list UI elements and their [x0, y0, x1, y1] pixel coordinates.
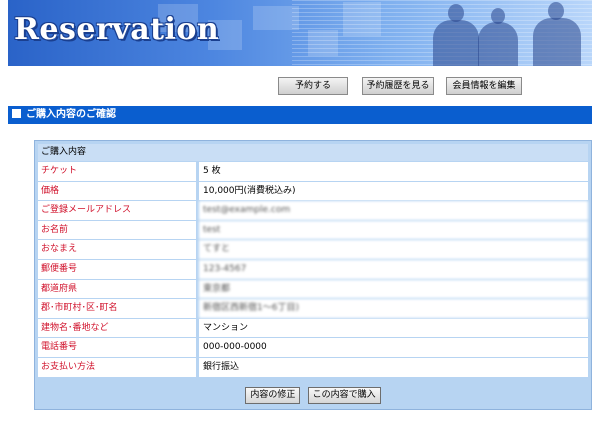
field-label: 建物名･番地など	[38, 318, 196, 338]
table-row: 郡･市町村･区･町名 新宿区西新宿1〜6丁目)	[38, 298, 588, 318]
section-title: ご購入内容のご確認	[26, 109, 116, 120]
field-value: 10,000円(消費税込み)	[199, 181, 588, 201]
field-value: test	[199, 220, 588, 240]
field-label: 価格	[38, 181, 196, 201]
field-label: 郵便番号	[38, 259, 196, 279]
table-row: 電話番号 000-000-0000	[38, 337, 588, 357]
field-label: 電話番号	[38, 338, 196, 357]
edit-content-button[interactable]: 内容の修正	[245, 387, 301, 404]
square-bullet-icon	[12, 109, 21, 118]
confirm-purchase-button[interactable]: この内容で購入	[307, 387, 381, 404]
field-label: チケット	[38, 162, 196, 181]
silhouette-person	[433, 20, 479, 66]
reserve-button[interactable]: 予約する	[278, 77, 348, 95]
field-value: 000-000-0000	[199, 338, 588, 357]
field-value: 銀行振込	[199, 357, 588, 377]
silhouette-person	[478, 22, 518, 66]
header-banner: Reservation	[8, 0, 592, 66]
table-row: チケット 5 枚	[38, 161, 588, 181]
field-value: 123-4567	[199, 259, 588, 279]
field-value: 東京都	[199, 279, 588, 299]
table-row: ご登録メールアドレス test@example.com	[38, 200, 588, 220]
field-label: 郡･市町村･区･町名	[38, 299, 196, 318]
field-label: 都道府県	[38, 279, 196, 299]
table-row: 郵便番号 123-4567	[38, 258, 588, 279]
field-label: お支払い方法	[38, 357, 196, 377]
field-value: 新宿区西新宿1〜6丁目)	[199, 299, 588, 318]
field-label: お名前	[38, 220, 196, 240]
silhouette-person	[533, 18, 581, 66]
table-row: 都道府県 東京都	[38, 278, 588, 299]
section-header: ご購入内容のご確認	[8, 106, 592, 124]
app-title: Reservation	[14, 12, 220, 47]
purchase-heading: ご購入内容	[38, 144, 588, 161]
field-value: てすと	[199, 240, 588, 259]
field-value: test@example.com	[199, 201, 588, 220]
field-value: マンション	[199, 318, 588, 338]
edit-member-info-button[interactable]: 会員情報を編集	[446, 77, 522, 95]
table-row: 建物名･番地など マンション	[38, 317, 588, 338]
table-row: お支払い方法 銀行振込	[38, 356, 588, 377]
reservation-history-button[interactable]: 予約履歴を見る	[362, 77, 434, 95]
action-bar: 内容の修正 この内容で購入	[35, 387, 591, 407]
field-label: ご登録メールアドレス	[38, 201, 196, 220]
table-row: 価格 10,000円(消費税込み)	[38, 180, 588, 201]
field-value: 5 枚	[199, 162, 588, 181]
field-label: おなまえ	[38, 240, 196, 259]
purchase-confirmation-panel: ご購入内容 チケット 5 枚価格 10,000円(消費税込み) ご登録メールアドレス t…	[34, 140, 592, 410]
purchase-details-table: チケット 5 枚価格 10,000円(消費税込み) ご登録メールアドレス test@ex…	[38, 161, 588, 377]
table-row: お名前 test	[38, 219, 588, 240]
table-row: おなまえ てすと	[38, 239, 588, 259]
